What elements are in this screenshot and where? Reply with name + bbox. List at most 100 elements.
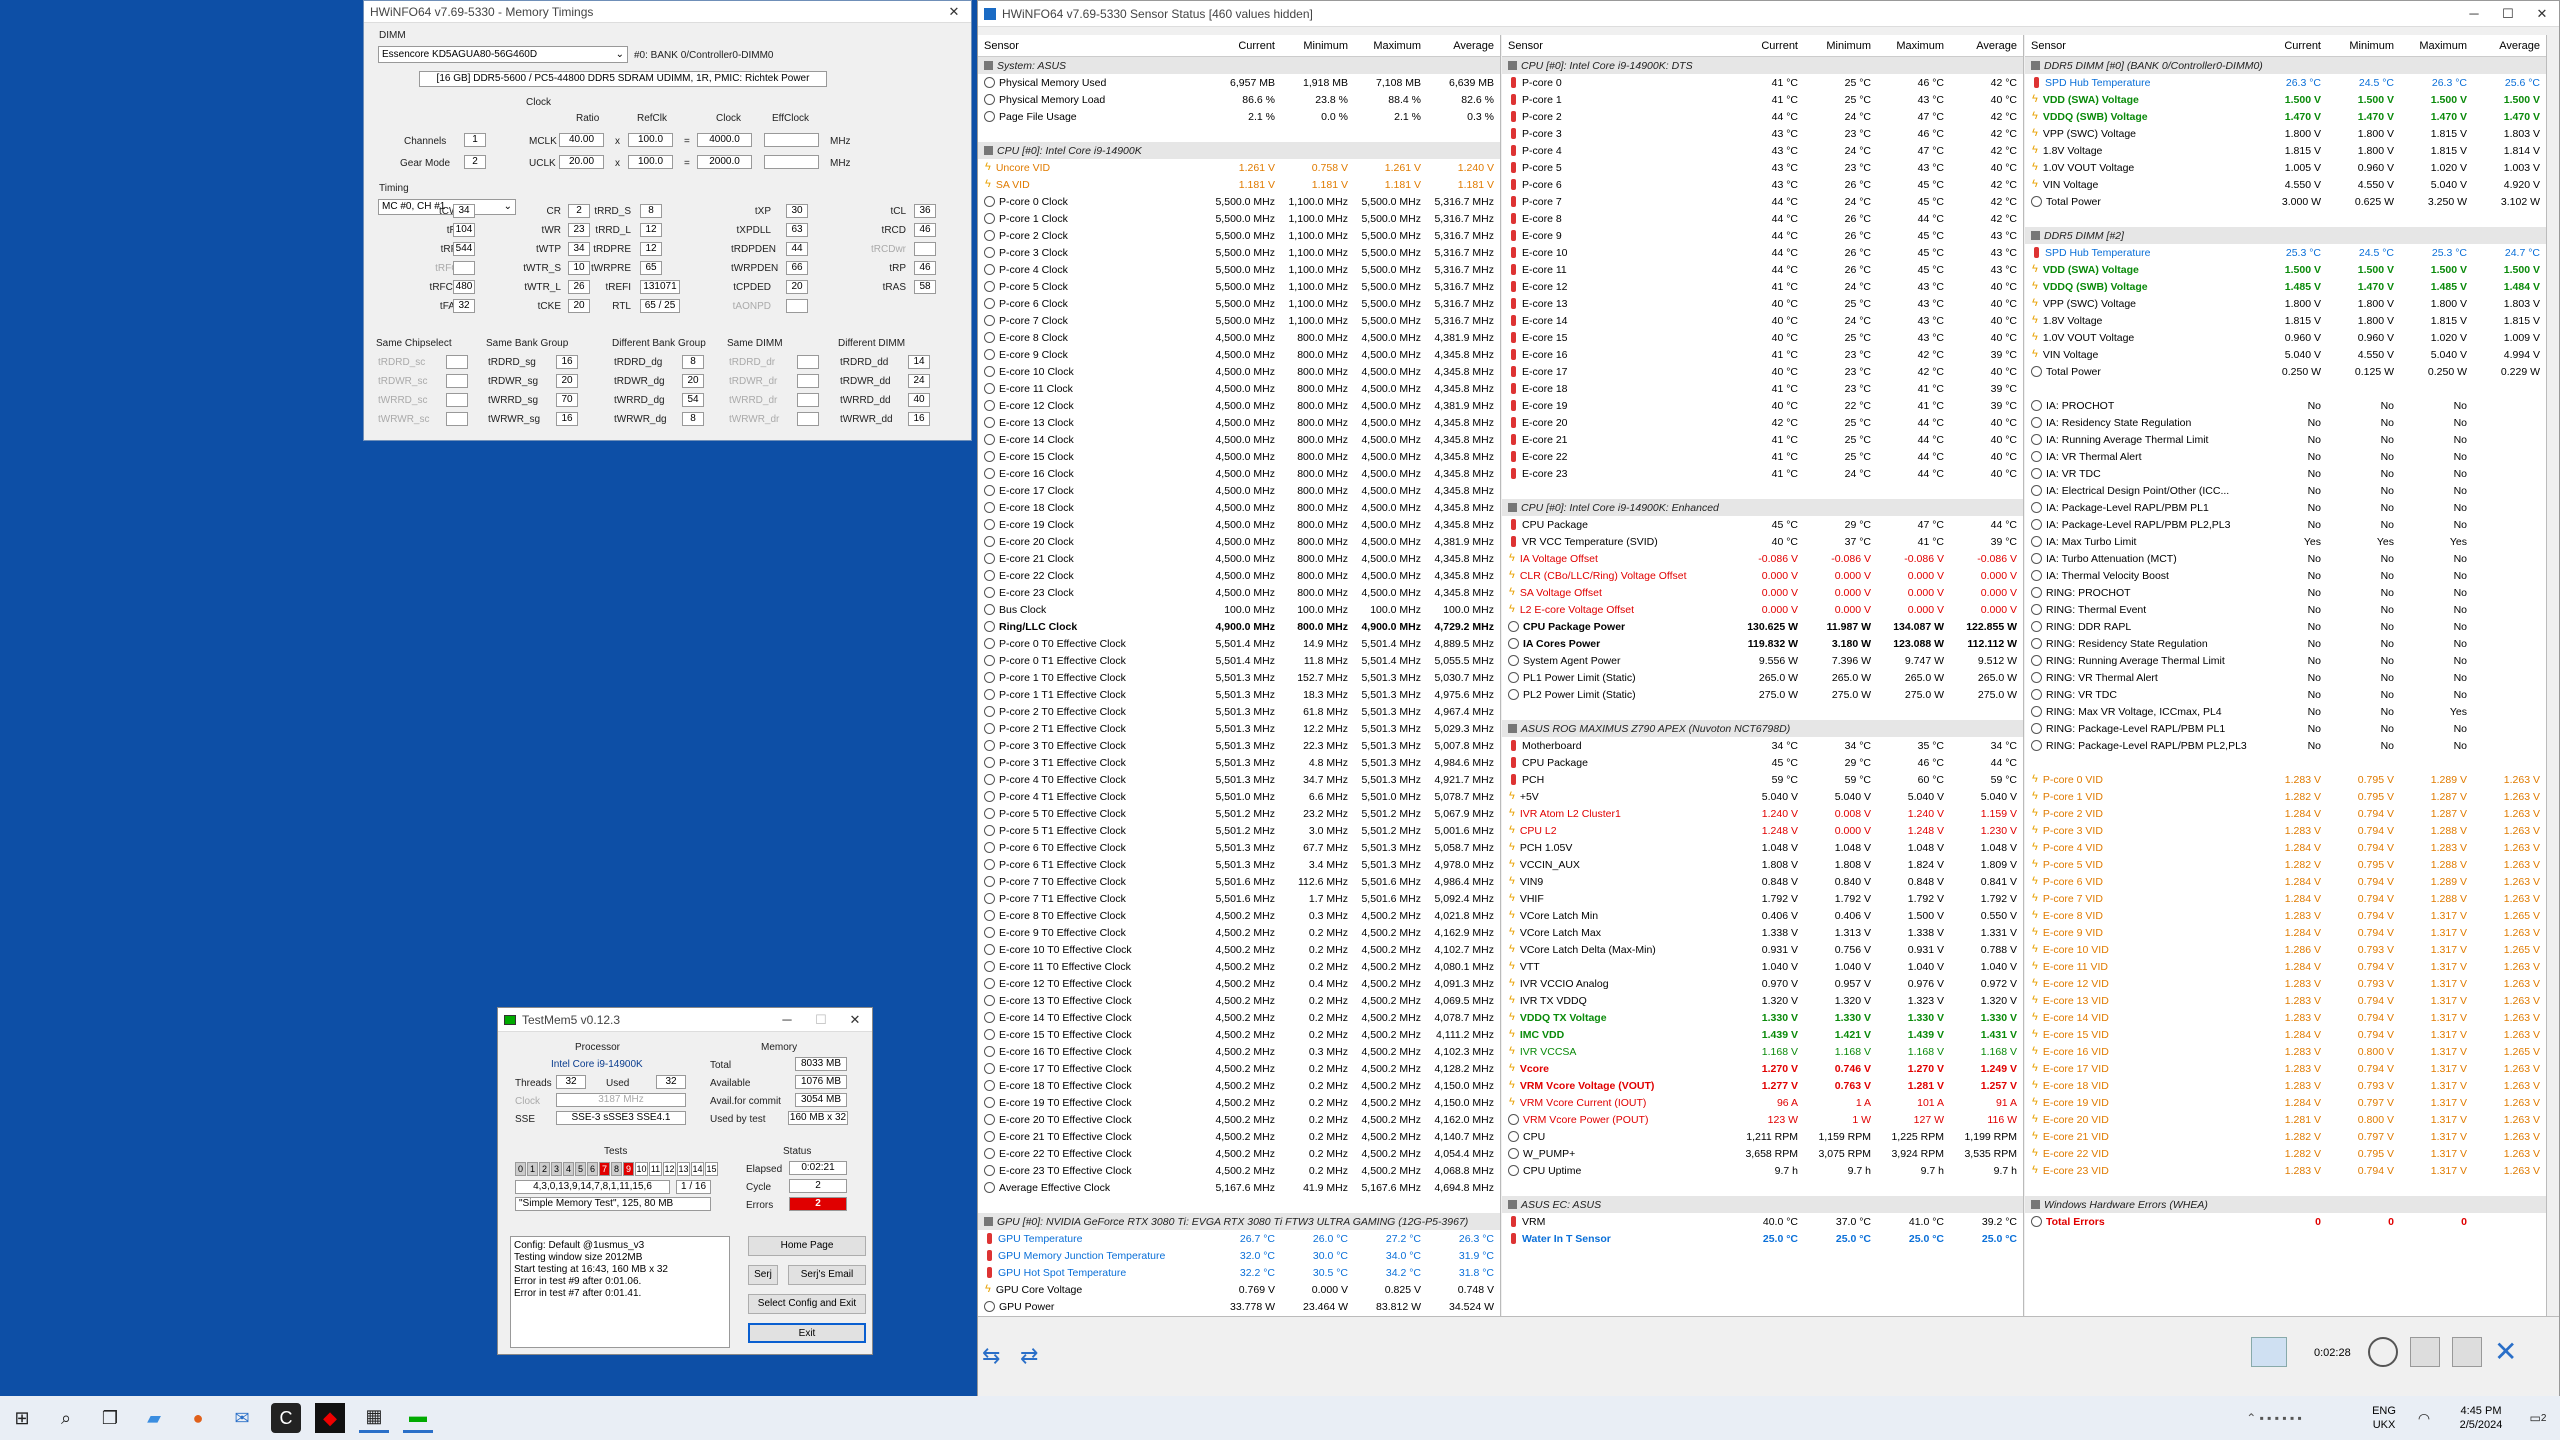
sensor-row[interactable]: ϟ 1.0V VOUT Voltage 1.005 V 0.960 V 1.020 V1… — [2025, 159, 2546, 176]
language-indicator[interactable]: ENG UKX — [2366, 1404, 2402, 1432]
sensor-row[interactable]: P-core 3 Clock 5,500.0 MHz 1,100.0 MHz 5,50… — [978, 244, 1500, 261]
sensor-row[interactable]: ϟ VPP (SWC) Voltage 1.800 V 1.800 V 1.800 V1… — [2025, 295, 2546, 312]
sensor-row[interactable]: GPU Hot Spot Temperature 32.2 °C 30.5 °C 34… — [978, 1264, 1500, 1281]
sensor-row[interactable]: ϟ VIN Voltage 4.550 V 4.550 V 5.040 V 4.920 V — [2025, 176, 2546, 193]
sensor-row[interactable]: IA: Running Average Thermal Limit No No No — [2025, 431, 2546, 448]
sensor-row[interactable]: E-core 10 44 °C 26 °C 45 °C 43 °C — [1502, 244, 2023, 261]
sensor-row[interactable]: ϟ VPP (SWC) Voltage 1.800 V 1.800 V 1.815 V1… — [2025, 125, 2546, 142]
sensor-row[interactable]: E-core 13 Clock 4,500.0 MHz 800.0 MHz 4,500… — [978, 414, 1500, 431]
sensor-row[interactable]: E-core 21 T0 Effective Clock 4,500.2 MHz 0… — [978, 1128, 1500, 1145]
sensor-row[interactable]: VRM 40.0 °C 37.0 °C 41.0 °C 39.2 °C — [1502, 1213, 2023, 1230]
sensor-row[interactable]: ϟ VTT 1.040 V 1.040 V 1.040 V 1.040 V — [1502, 958, 2023, 975]
sensor-row[interactable]: P-core 3 T1 Effective Clock 5,501.3 MHz 4.… — [978, 754, 1500, 771]
report-icon[interactable] — [2410, 1337, 2440, 1367]
sensor-row[interactable]: E-core 11 Clock 4,500.0 MHz 800.0 MHz 4,500… — [978, 380, 1500, 397]
sensor-row[interactable]: ϟ IVR VCCIO Analog 0.970 V 0.957 V 0.976 V 0.… — [1502, 975, 2023, 992]
sensor-group-row[interactable]: CPU [#0]: Intel Core i9-14900K: DTS — [1502, 57, 2023, 74]
exit-button[interactable]: Exit — [748, 1323, 866, 1343]
sensor-row[interactable]: E-core 8 Clock 4,500.0 MHz 800.0 MHz 4,500.… — [978, 329, 1500, 346]
sensor-row[interactable]: E-core 19 T0 Effective Clock 4,500.2 MHz 0… — [978, 1094, 1500, 1111]
sensor-row[interactable]: RING: Residency State Regulation No No No — [2025, 635, 2546, 652]
sensor-row[interactable]: ϟ E-core 8 VID 1.283 V 0.794 V 1.317 V 1.265 … — [2025, 907, 2546, 924]
sensor-row[interactable]: P-core 3 43 °C 23 °C 46 °C 42 °C — [1502, 125, 2023, 142]
sensor-row[interactable]: P-core 2 Clock 5,500.0 MHz 1,100.0 MHz 5,50… — [978, 227, 1500, 244]
sensor-row[interactable]: ϟ VDD (SWA) Voltage 1.500 V 1.500 V 1.500 V1… — [2025, 261, 2546, 278]
sensor-row[interactable]: E-core 9 T0 Effective Clock 4,500.2 MHz 0.… — [978, 924, 1500, 941]
clock-icon[interactable] — [2368, 1337, 2398, 1367]
sensor-row[interactable]: IA: Turbo Attenuation (MCT) No No No — [2025, 550, 2546, 567]
sensor-row[interactable]: E-core 18 T0 Effective Clock 4,500.2 MHz 0… — [978, 1077, 1500, 1094]
sensor-row[interactable]: IA Cores Power 119.832 W 3.180 W 123.088 W1… — [1502, 635, 2023, 652]
sensor-row[interactable]: CPU Package 45 °C 29 °C 47 °C 44 °C — [1502, 516, 2023, 533]
sensor-row[interactable]: P-core 0 Clock 5,500.0 MHz 1,100.0 MHz 5,50… — [978, 193, 1500, 210]
sensor-row[interactable]: SPD Hub Temperature 25.3 °C 24.5 °C 25.3 °C… — [2025, 244, 2546, 261]
sensor-row[interactable]: VRM Vcore Power (POUT) 123 W1 W 127 W 116 W — [1502, 1111, 2023, 1128]
sensor-row[interactable]: ϟ Uncore VID 1.261 V 0.758 V 1.261 V 1.240 V — [978, 159, 1500, 176]
sensor-row[interactable]: Motherboard 34 °C 34 °C 35 °C 34 °C — [1502, 737, 2023, 754]
sensor-group-row[interactable]: Windows Hardware Errors (WHEA) — [2025, 1196, 2546, 1213]
sensor-group-row[interactable]: System: ASUS — [978, 57, 1500, 74]
sensor-row[interactable]: ϟ 1.8V Voltage 1.815 V 1.800 V 1.815 V 1.815 … — [2025, 312, 2546, 329]
sensor-row[interactable]: P-core 4 Clock 5,500.0 MHz 1,100.0 MHz 5,50… — [978, 261, 1500, 278]
sensor-row[interactable]: RING: Package-Level RAPL/PBM PL1 No No No — [2025, 720, 2546, 737]
app-red-icon[interactable]: ◆ — [315, 1403, 345, 1433]
sensor-row[interactable]: P-core 5 Clock 5,500.0 MHz 1,100.0 MHz 5,50… — [978, 278, 1500, 295]
sensor-row[interactable]: E-core 22 Clock 4,500.0 MHz 800.0 MHz 4,500… — [978, 567, 1500, 584]
sensor-row[interactable]: ϟ P-core 2 VID 1.284 V 0.794 V 1.287 V 1.263 … — [2025, 805, 2546, 822]
sensor-row[interactable]: E-core 14 Clock 4,500.0 MHz 800.0 MHz 4,500… — [978, 431, 1500, 448]
hwinfo-taskbar-icon[interactable]: ▦ — [359, 1403, 389, 1433]
sensor-row[interactable]: ϟ VCore Latch Min 0.406 V 0.406 V 1.500 V 0.5… — [1502, 907, 2023, 924]
close-icon[interactable]: ✕ — [2525, 6, 2559, 22]
sensor-row[interactable]: ϟ VRM Vcore Voltage (VOUT) 1.277 V 0.763 V1… — [1502, 1077, 2023, 1094]
sensor-row[interactable]: ϟ VIN9 0.848 V 0.840 V 0.848 V 0.841 V — [1502, 873, 2023, 890]
sensor-row[interactable]: P-core 6 T1 Effective Clock 5,501.3 MHz 3.… — [978, 856, 1500, 873]
sensor-row[interactable]: E-core 22 T0 Effective Clock 4,500.2 MHz 0… — [978, 1145, 1500, 1162]
sensor-row[interactable]: P-core 3 T0 Effective Clock 5,501.3 MHz 22… — [978, 737, 1500, 754]
sensor-group-row[interactable]: ASUS ROG MAXIMUS Z790 APEX (Nuvoton NCT6… — [1502, 720, 2023, 737]
sensor-row[interactable]: P-core 5 T1 Effective Clock 5,501.2 MHz 3.… — [978, 822, 1500, 839]
header-average[interactable]: Average — [2473, 40, 2546, 52]
sensor-row[interactable]: ϟ VDDQ (SWB) Voltage 1.485 V 1.470 V 1.485 V… — [2025, 278, 2546, 295]
sensor-row[interactable]: ϟ 1.0V VOUT Voltage 0.960 V 0.960 V 1.020 V1… — [2025, 329, 2546, 346]
sensor-row[interactable]: E-core 9 44 °C 26 °C 45 °C 43 °C — [1502, 227, 2023, 244]
sensor-row[interactable]: E-core 12 41 °C 24 °C 43 °C 40 °C — [1502, 278, 2023, 295]
sensor-row[interactable]: ϟ VIN Voltage 5.040 V 4.550 V 5.040 V 4.994 V — [2025, 346, 2546, 363]
sensor-row[interactable]: RING: Package-Level RAPL/PBM PL2,PL3 No No… — [2025, 737, 2546, 754]
sensor-row[interactable]: P-core 6 43 °C 26 °C 45 °C 42 °C — [1502, 176, 2023, 193]
sensor-row[interactable]: P-core 7 44 °C 24 °C 45 °C 42 °C — [1502, 193, 2023, 210]
sensor-row[interactable]: IA: Thermal Velocity Boost No No No — [2025, 567, 2546, 584]
sensor-row[interactable]: ϟ E-core 18 VID 1.283 V 0.793 V 1.317 V 1.263… — [2025, 1077, 2546, 1094]
sensor-row[interactable]: E-core 11 T0 Effective Clock 4,500.2 MHz 0… — [978, 958, 1500, 975]
sensor-row[interactable]: ϟ GPU Core Voltage 0.769 V 0.000 V 0.825 V 0.… — [978, 1281, 1500, 1298]
sensor-row[interactable]: E-core 14 40 °C 24 °C 43 °C 40 °C — [1502, 312, 2023, 329]
minimize-icon[interactable]: ─ — [770, 1012, 804, 1027]
sensor-row[interactable]: P-core 4 T0 Effective Clock 5,501.3 MHz 34… — [978, 771, 1500, 788]
sensor-row[interactable]: Total Power 0.250 W 0.125 W 0.250 W 0.229 W — [2025, 363, 2546, 380]
sensor-row[interactable]: E-core 9 Clock 4,500.0 MHz 800.0 MHz 4,500.… — [978, 346, 1500, 363]
close-icon[interactable]: ✕ — [838, 1012, 872, 1028]
sensor-row[interactable]: ϟ E-core 22 VID 1.282 V 0.795 V 1.317 V 1.263… — [2025, 1145, 2546, 1162]
sensor-row[interactable]: E-core 19 40 °C 22 °C 41 °C 39 °C — [1502, 397, 2023, 414]
sensor-row[interactable]: RING: VR TDC No No No — [2025, 686, 2546, 703]
close-sensors-icon[interactable]: ✕ — [2494, 1335, 2517, 1368]
sensor-row[interactable]: IA: Residency State Regulation No No No — [2025, 414, 2546, 431]
header-minimum[interactable]: Minimum — [1281, 40, 1354, 52]
minimize-icon[interactable]: ─ — [2457, 6, 2491, 21]
sensor-row[interactable]: IA: PROCHOT No No No — [2025, 397, 2546, 414]
sensor-row[interactable]: E-core 21 Clock 4,500.0 MHz 800.0 MHz 4,500… — [978, 550, 1500, 567]
sensor-row[interactable]: P-core 0 41 °C 25 °C 46 °C 42 °C — [1502, 74, 2023, 91]
header-maximum[interactable]: Maximum — [1877, 40, 1950, 52]
sensor-row[interactable]: E-core 19 Clock 4,500.0 MHz 800.0 MHz 4,500… — [978, 516, 1500, 533]
header-current[interactable]: Current — [1208, 40, 1281, 52]
header-minimum[interactable]: Minimum — [2327, 40, 2400, 52]
sensor-row[interactable]: P-core 2 T0 Effective Clock 5,501.3 MHz 61… — [978, 703, 1500, 720]
sensor-row[interactable]: E-core 11 44 °C 26 °C 45 °C 43 °C — [1502, 261, 2023, 278]
sensor-row[interactable]: ϟ E-core 11 VID 1.284 V 0.794 V 1.317 V 1.263… — [2025, 958, 2546, 975]
sensor-row[interactable]: P-core 1 T1 Effective Clock 5,501.3 MHz 18… — [978, 686, 1500, 703]
sensor-row[interactable]: ϟ P-core 5 VID 1.282 V 0.795 V 1.288 V 1.263 … — [2025, 856, 2546, 873]
sensor-row[interactable]: GPU Temperature 26.7 °C 26.0 °C 27.2 °C 26.3… — [978, 1230, 1500, 1247]
sensor-row[interactable]: ϟ IVR VCCSA 1.168 V 1.168 V 1.168 V 1.168 V — [1502, 1043, 2023, 1060]
sensor-row[interactable]: ϟ +5V 5.040 V 5.040 V 5.040 V 5.040 V — [1502, 788, 2023, 805]
sensor-row[interactable]: P-core 2 T1 Effective Clock 5,501.3 MHz 12… — [978, 720, 1500, 737]
sensor-row[interactable]: ϟ E-core 14 VID 1.283 V 0.794 V 1.317 V 1.263… — [2025, 1009, 2546, 1026]
